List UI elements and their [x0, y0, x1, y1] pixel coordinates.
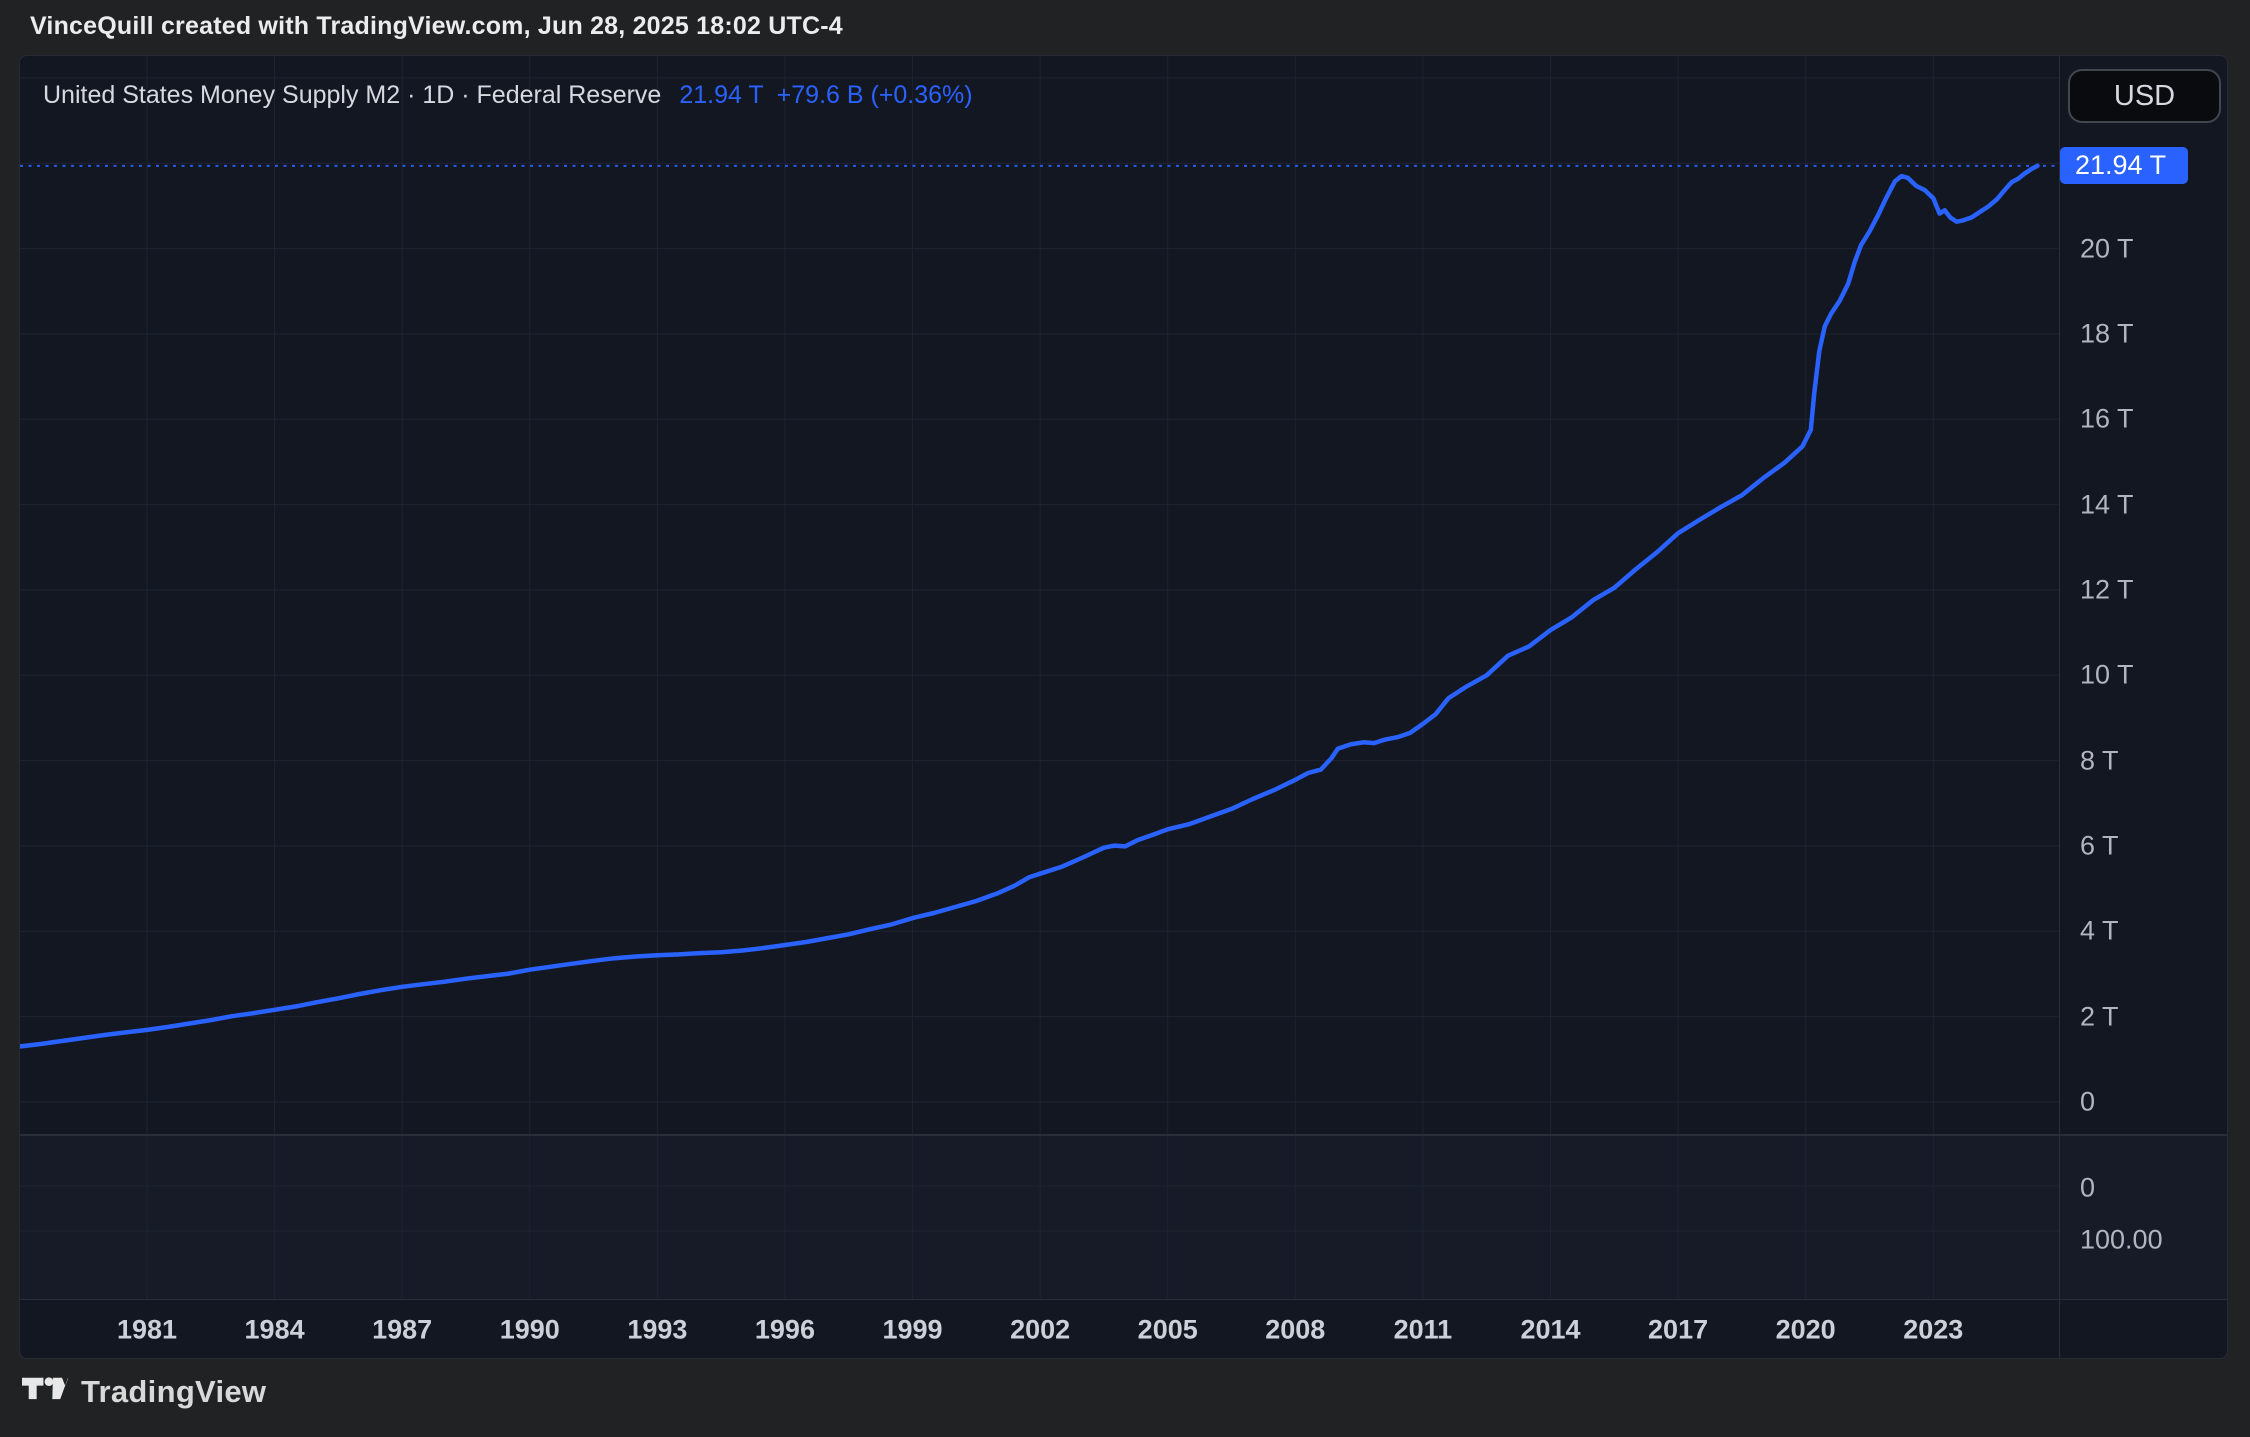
price-tick-label: 8 T: [2080, 745, 2119, 776]
tradingview-wordmark[interactable]: TradingView: [81, 1374, 266, 1410]
time-tick-label: 1999: [882, 1315, 942, 1346]
price-tick-label: 14 T: [2080, 489, 2134, 520]
currency-toggle-button[interactable]: USD: [2068, 69, 2221, 123]
time-axis[interactable]: 1981 1984 1987 1990 1993 1996 1999 2002 2005 2008…: [20, 1299, 2059, 1359]
current-price-label: 21.94 T: [2060, 147, 2188, 184]
time-tick-label: 1990: [500, 1315, 560, 1346]
m2-series-line: [20, 166, 2037, 1047]
sub-pane-tick-label: 100.00: [2080, 1225, 2163, 1256]
time-tick-label: 2002: [1010, 1315, 1070, 1346]
time-tick-label: 1993: [627, 1315, 687, 1346]
symbol-title[interactable]: United States Money Supply M2 · 1D · Fed…: [43, 81, 661, 110]
price-tick-label: 10 T: [2080, 660, 2134, 691]
time-tick-label: 1987: [372, 1315, 432, 1346]
axis-corner: [2059, 1299, 2228, 1359]
time-tick-label: 1981: [117, 1315, 177, 1346]
page: VinceQuill created with TradingView.com,…: [0, 0, 2250, 1437]
price-tick-label: 16 T: [2080, 404, 2134, 435]
legend-last-value: 21.94 T: [679, 81, 763, 110]
legend-values: 21.94 T +79.6 B (+0.36%): [679, 81, 972, 110]
time-tick-label: 2008: [1265, 1315, 1325, 1346]
time-tick-label: 2023: [1903, 1315, 1963, 1346]
legend-change: +79.6 B (+0.36%): [777, 81, 973, 110]
pane-divider[interactable]: [20, 1134, 2228, 1136]
price-tick-label: 20 T: [2080, 233, 2134, 264]
tradingview-logo-icon: [22, 1374, 68, 1410]
chart-legend: United States Money Supply M2 · 1D · Fed…: [43, 81, 973, 110]
time-tick-label: 2017: [1648, 1315, 1708, 1346]
price-tick-label: 18 T: [2080, 318, 2134, 349]
price-axis[interactable]: 20 T 18 T 16 T 14 T 12 T 10 T 8 T 6 T 4 T 2 T 0 0 10…: [2059, 56, 2228, 1359]
price-tick-label: 6 T: [2080, 830, 2119, 861]
price-tick-label: 4 T: [2080, 916, 2119, 947]
footer: TradingView: [22, 1374, 266, 1410]
chart-canvas[interactable]: [20, 56, 2228, 1359]
time-tick-label: 2005: [1138, 1315, 1198, 1346]
time-tick-label: 1996: [755, 1315, 815, 1346]
time-tick-label: 1984: [245, 1315, 305, 1346]
time-tick-label: 2011: [1394, 1315, 1453, 1346]
attribution-text: VinceQuill created with TradingView.com,…: [30, 10, 843, 42]
price-tick-label: 12 T: [2080, 574, 2134, 605]
price-tick-label: 0: [2080, 1087, 2095, 1118]
chart-widget: United States Money Supply M2 · 1D · Fed…: [19, 55, 2228, 1359]
time-tick-label: 2014: [1520, 1315, 1580, 1346]
price-tick-label: 2 T: [2080, 1001, 2119, 1032]
sub-pane-tick-label: 0: [2080, 1173, 2095, 1204]
time-tick-label: 2020: [1776, 1315, 1836, 1346]
